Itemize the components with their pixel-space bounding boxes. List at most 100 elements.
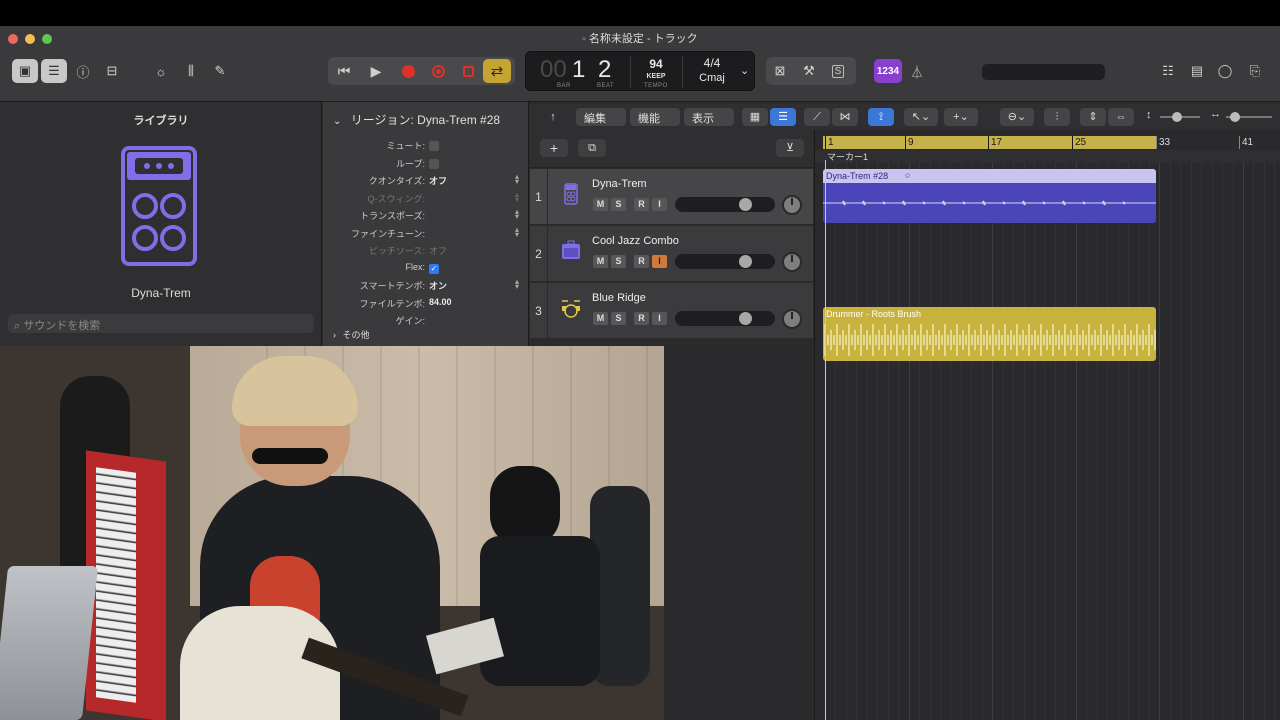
inspector-row[interactable]: ファイルテンポ: 84.00 bbox=[323, 297, 529, 314]
inspector-row[interactable]: ファインチューン: ▴ ▾ bbox=[323, 225, 529, 244]
tuner-fork-button[interactable]: ⚒ bbox=[797, 59, 821, 83]
flex-button[interactable]: ⋈ bbox=[832, 108, 858, 126]
stepper-icon[interactable]: ▴ ▾ bbox=[515, 278, 519, 291]
list-view-button[interactable]: ☰ bbox=[770, 108, 796, 126]
snap-button[interactable]: ⊖⌄ bbox=[1000, 108, 1034, 126]
more-section[interactable]: › その他 bbox=[333, 328, 370, 341]
smart-controls-button[interactable]: ☼ bbox=[148, 59, 174, 83]
capture-recording-button[interactable] bbox=[455, 59, 481, 83]
record-enable-button[interactable]: R bbox=[634, 198, 649, 211]
inspector-toggle-button[interactable]: ☰ bbox=[41, 59, 67, 83]
inspector-checkbox[interactable]: ✓ bbox=[429, 263, 439, 274]
input-monitor-button[interactable]: I bbox=[652, 312, 667, 325]
track-row[interactable]: 1 Dyna-Trem M S R I bbox=[530, 169, 813, 225]
track-name[interactable]: Blue Ridge bbox=[592, 292, 646, 304]
edit-menu[interactable]: 編集 ⌄ bbox=[576, 108, 626, 137]
audio-region[interactable]: Dyna-Trem #28 ○ bbox=[823, 169, 1156, 223]
view-menu[interactable]: 表示 ⌄ bbox=[684, 108, 734, 137]
track-row[interactable]: 2 Cool Jazz Combo M S R I bbox=[530, 226, 813, 282]
input-monitor-button[interactable]: I bbox=[652, 198, 667, 211]
toolbar-toggle-button[interactable]: ⊟ bbox=[99, 59, 125, 83]
tuner-button[interactable]: ⊠ bbox=[768, 59, 792, 83]
inspector-row-value[interactable]: オフ bbox=[429, 244, 447, 257]
mixer-button[interactable]: ⫼ bbox=[178, 59, 204, 83]
track-name[interactable]: Dyna-Trem bbox=[592, 178, 647, 190]
count-in-button[interactable]: 1234 bbox=[874, 59, 902, 83]
solo-button[interactable]: S bbox=[611, 312, 626, 325]
inspector-row[interactable]: ピッチソース: オフ bbox=[323, 244, 529, 261]
region-inspector-header[interactable]: ⌄ リージョン: Dyna-Trem #28 bbox=[333, 111, 500, 128]
solo-toolbar-button[interactable]: S bbox=[826, 59, 850, 83]
browser-button[interactable]: ⎘ bbox=[1242, 59, 1268, 83]
pan-knob[interactable] bbox=[782, 309, 802, 329]
tracks-area[interactable]: 1 9 17 25 33 41 マーカー1 Dyna-Trem #28 ○ Dr… bbox=[814, 130, 1280, 720]
editors-button[interactable]: ✎ bbox=[207, 59, 233, 83]
vertical-fit-button[interactable]: ⇕ bbox=[1080, 108, 1106, 126]
mute-button[interactable]: M bbox=[593, 255, 608, 268]
add-track-button[interactable]: + bbox=[540, 139, 568, 157]
quick-help-button[interactable]: ⓘ bbox=[70, 59, 96, 83]
lcd-display[interactable]: 00 1 2 BAR BEAT 94 KEEP TEMPO 4/4 Cmaj ⌄ bbox=[525, 51, 755, 91]
lcd-tempo[interactable]: 94 bbox=[638, 57, 674, 71]
cycle-button[interactable]: ⇄ bbox=[483, 59, 511, 83]
stepper-icon[interactable]: ▴ ▾ bbox=[515, 173, 519, 186]
inspector-row-value[interactable]: 84.00 bbox=[429, 297, 452, 307]
horizontal-zoom-slider[interactable] bbox=[1226, 112, 1272, 122]
input-monitor-button[interactable]: I bbox=[652, 255, 667, 268]
notepad-button[interactable]: ▤ bbox=[1185, 59, 1209, 83]
track-name[interactable]: Cool Jazz Combo bbox=[592, 235, 679, 247]
stepper-icon[interactable]: ▴ ▾ bbox=[515, 225, 519, 238]
waveform-zoom-button[interactable]: ⫶ bbox=[1044, 108, 1070, 126]
ruler[interactable]: 1 9 17 25 33 41 bbox=[815, 136, 1280, 149]
pan-knob[interactable] bbox=[782, 252, 802, 272]
up-arrow-button[interactable]: ↑ bbox=[540, 108, 566, 126]
horizontal-zoom-knob[interactable] bbox=[1230, 112, 1240, 122]
pan-knob[interactable] bbox=[782, 195, 802, 215]
vertical-zoom-slider[interactable] bbox=[1160, 112, 1200, 122]
volume-fader[interactable] bbox=[675, 254, 775, 269]
list-editors-button[interactable]: ☷ bbox=[1156, 59, 1180, 83]
marker[interactable]: マーカー1 bbox=[827, 150, 868, 163]
vertical-zoom-knob[interactable] bbox=[1172, 112, 1182, 122]
volume-knob[interactable] bbox=[739, 312, 752, 325]
go-to-beginning-button[interactable]: ⏮ bbox=[331, 59, 357, 83]
secondary-tool-button[interactable]: +⌄ bbox=[944, 108, 978, 126]
loop-browser-button[interactable]: ◯ bbox=[1213, 59, 1237, 83]
chevron-down-icon[interactable]: ⌄ bbox=[740, 64, 749, 77]
volume-fader[interactable] bbox=[675, 311, 775, 326]
inspector-row[interactable]: クオンタイズ: オフ ▴ ▾ bbox=[323, 173, 529, 191]
inspector-row[interactable]: トランスポーズ: ▴ ▾ bbox=[323, 208, 529, 226]
mute-button[interactable]: M bbox=[593, 198, 608, 211]
library-search-input[interactable]: ⌕ サウンドを検索 bbox=[8, 314, 314, 333]
pointer-tool-button[interactable]: ↖⌄ bbox=[904, 108, 938, 126]
lcd-tempo-mode[interactable]: KEEP bbox=[638, 73, 674, 80]
solo-button[interactable]: S bbox=[611, 198, 626, 211]
duplicate-track-button[interactable]: ⧉ bbox=[578, 139, 606, 157]
play-button[interactable]: ▶ bbox=[363, 59, 389, 83]
record-enable-button[interactable]: R bbox=[634, 255, 649, 268]
inspector-row[interactable]: Flex: ✓ bbox=[323, 262, 529, 279]
lcd-time-signature[interactable]: 4/4 bbox=[692, 56, 732, 70]
horizontal-fit-button[interactable]: ⇔ bbox=[1108, 108, 1134, 126]
stepper-icon[interactable]: ▴ ▾ bbox=[515, 208, 519, 221]
lcd-key[interactable]: Cmaj bbox=[692, 72, 732, 84]
inspector-row[interactable]: Q-スウィング: ▴ ▾ bbox=[323, 190, 529, 209]
inspector-row[interactable]: ミュート: bbox=[323, 139, 529, 156]
solo-button[interactable]: S bbox=[611, 255, 626, 268]
replace-button[interactable] bbox=[425, 59, 451, 83]
playhead[interactable] bbox=[825, 160, 826, 720]
function-menu[interactable]: 機能 ⌄ bbox=[630, 108, 680, 137]
volume-fader[interactable] bbox=[675, 197, 775, 212]
catch-button[interactable]: ⟟ bbox=[868, 108, 894, 126]
stepper-icon[interactable]: ▴ ▾ bbox=[515, 190, 519, 203]
volume-knob[interactable] bbox=[739, 255, 752, 268]
volume-knob[interactable] bbox=[739, 198, 752, 211]
global-tracks-button[interactable]: ⊻ bbox=[776, 139, 804, 157]
inspector-checkbox[interactable] bbox=[429, 141, 439, 151]
inspector-row[interactable]: ループ: bbox=[323, 157, 529, 174]
inspector-row[interactable]: スマートテンポ: オン ▴ ▾ bbox=[323, 278, 529, 296]
inspector-row-value[interactable]: オン bbox=[429, 279, 447, 292]
grid-view-button[interactable]: ▦ bbox=[742, 108, 768, 126]
track-row[interactable]: 3 Blue Ridge M S R I bbox=[530, 283, 813, 339]
record-button[interactable] bbox=[395, 59, 421, 83]
